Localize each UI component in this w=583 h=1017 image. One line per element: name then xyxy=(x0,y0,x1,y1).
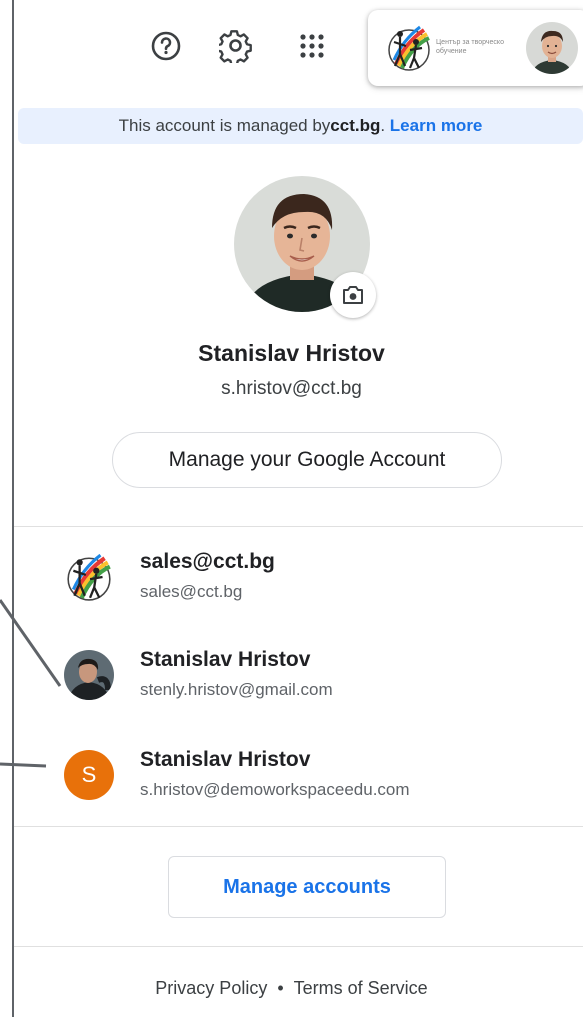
profile-name: Stanislav Hristov xyxy=(198,340,385,366)
footer-separator: • xyxy=(277,978,284,998)
top-bar: Център за творческо обучение xyxy=(14,0,583,92)
account-email: s.hristov@demoworkspaceedu.com xyxy=(140,780,410,799)
manage-accounts-button[interactable]: Manage accounts xyxy=(168,856,446,918)
account-panel: This account is managed by cct.bg. Learn… xyxy=(14,96,583,1017)
banner-prefix: This account is managed by xyxy=(118,116,331,135)
divider xyxy=(14,826,583,827)
account-email: sales@cct.bg xyxy=(140,582,243,601)
org-logo-icon xyxy=(386,24,432,72)
avatar xyxy=(526,22,578,74)
banner-domain: cct.bg xyxy=(330,116,381,135)
footer-links: Privacy Policy • Terms of Service xyxy=(0,978,583,999)
org-logo-text: Център за творческо обучение xyxy=(436,39,504,55)
manage-google-account-button[interactable]: Manage your Google Account xyxy=(112,432,502,488)
divider xyxy=(14,946,583,947)
help-icon[interactable] xyxy=(148,28,184,64)
privacy-policy-link[interactable]: Privacy Policy xyxy=(155,978,267,998)
profile-email: s.hristov@cct.bg xyxy=(221,378,362,399)
account-name: sales@cct.bg xyxy=(140,550,275,573)
account-row[interactable]: S Stanislav Hristov s.hristov@demoworksp… xyxy=(14,736,583,808)
apps-grid-icon[interactable] xyxy=(294,28,330,64)
org-logo-icon xyxy=(64,552,114,602)
learn-more-link[interactable]: Learn more xyxy=(390,116,483,136)
gear-icon[interactable] xyxy=(218,28,254,64)
letter-avatar: S xyxy=(64,750,114,800)
camera-icon[interactable] xyxy=(330,272,376,318)
account-name: Stanislav Hristov xyxy=(140,748,311,771)
avatar xyxy=(64,650,114,700)
account-row[interactable]: sales@cct.bg sales@cct.bg xyxy=(14,538,583,610)
terms-of-service-link[interactable]: Terms of Service xyxy=(294,978,428,998)
account-name: Stanislav Hristov xyxy=(140,648,311,671)
account-row[interactable]: Stanislav Hristov stenly.hristov@gmail.c… xyxy=(14,636,583,708)
account-email: stenly.hristov@gmail.com xyxy=(140,680,333,699)
banner-suffix: . xyxy=(380,116,390,135)
managed-account-banner: This account is managed by cct.bg. Learn… xyxy=(18,108,583,144)
account-switcher-chip[interactable]: Център за творческо обучение xyxy=(368,10,583,86)
divider xyxy=(14,526,583,527)
